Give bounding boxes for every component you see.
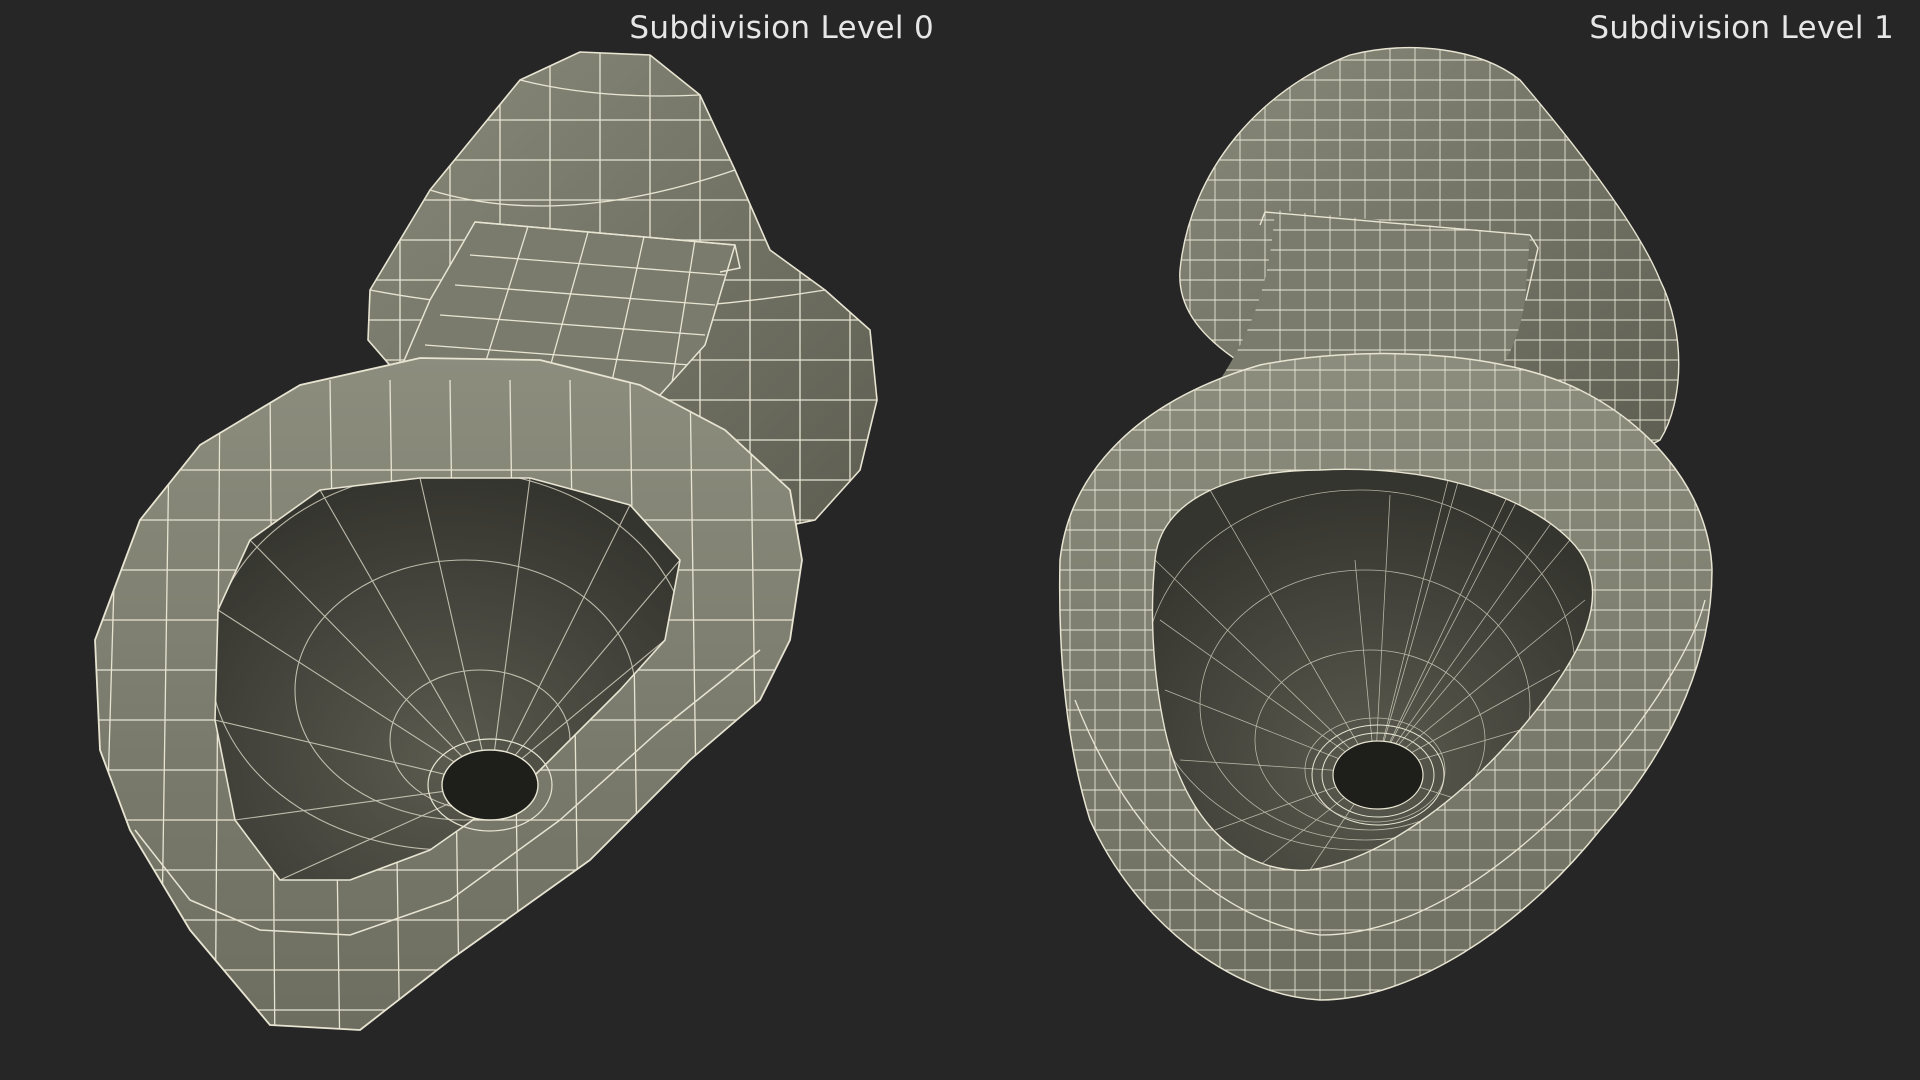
view-label: Subdivision Level 1 xyxy=(1589,10,1894,46)
view-subdivision-level-1: Subdivision Level 1 xyxy=(960,0,1920,1080)
drain-hole xyxy=(1332,740,1424,810)
render-viewport: Subdivision Level 0 Subdivision Level 1 xyxy=(0,0,1920,1080)
view-subdivision-level-0: Subdivision Level 0 xyxy=(0,0,960,1080)
drain-hole xyxy=(441,749,539,821)
toilet-wireframe-level-0 xyxy=(94,51,878,1031)
view-label: Subdivision Level 0 xyxy=(629,10,934,46)
toilet-wireframe-level-1 xyxy=(1058,47,1713,1001)
